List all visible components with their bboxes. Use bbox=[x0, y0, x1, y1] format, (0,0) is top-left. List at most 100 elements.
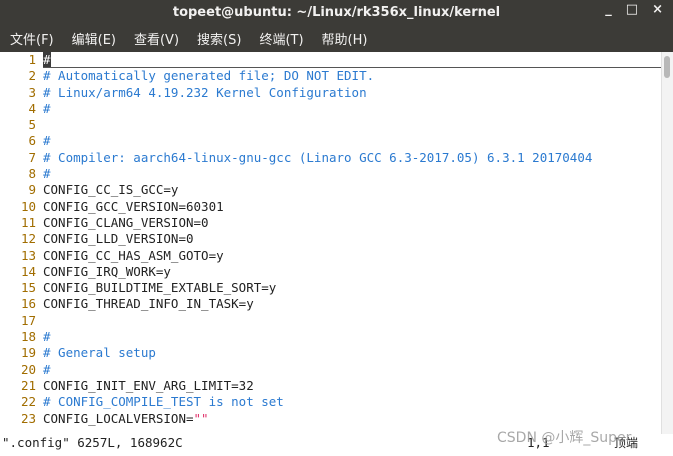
editor-line: 5 bbox=[0, 117, 661, 133]
line-number: 10 bbox=[20, 198, 36, 214]
editor-line: 6 # bbox=[0, 133, 661, 149]
editor-line: 9 CONFIG_CC_IS_GCC=y bbox=[0, 182, 661, 198]
comment-text: # Compiler: aarch64-linux-gnu-gcc (Linar… bbox=[43, 149, 593, 165]
line-number: 15 bbox=[20, 280, 36, 296]
line-content: CONFIG_LLD_VERSION=0 bbox=[43, 231, 194, 247]
editor-line: 3 # Linux/arm64 4.19.232 Kernel Configura… bbox=[0, 85, 661, 101]
line-number: 21 bbox=[20, 377, 36, 393]
window-controls: _ □ × bbox=[605, 2, 663, 17]
line-content: # bbox=[43, 52, 661, 69]
close-button[interactable]: × bbox=[652, 2, 663, 17]
menu-bar: 文件(F) 编辑(E) 查看(V) 搜索(S) 终端(T) 帮助(H) bbox=[0, 25, 673, 52]
editor-line: 2 # Automatically generated file; DO NOT … bbox=[0, 68, 661, 84]
editor-line: 13 CONFIG_CC_HAS_ASM_GOTO=y bbox=[0, 248, 661, 264]
line-number: 5 bbox=[28, 117, 36, 133]
window-title: topeet@ubuntu: ~/Linux/rk356x_linux/kern… bbox=[172, 5, 501, 20]
editor-line: 20 # bbox=[0, 362, 661, 378]
comment-text: # Automatically generated file; DO NOT E… bbox=[43, 68, 375, 84]
comment-text: # Linux/arm64 4.19.232 Kernel Configurat… bbox=[43, 84, 367, 100]
line-number: 20 bbox=[20, 361, 36, 377]
editor-line: 1 # bbox=[0, 52, 661, 69]
line-number: 9 bbox=[28, 182, 36, 198]
menu-edit[interactable]: 编辑(E) bbox=[64, 29, 124, 48]
editor-line: 14 CONFIG_IRQ_WORK=y bbox=[0, 264, 661, 280]
maximize-button[interactable]: □ bbox=[626, 2, 638, 17]
line-content: # bbox=[43, 133, 51, 149]
line-content: CONFIG_BUILDTIME_EXTABLE_SORT=y bbox=[43, 280, 276, 296]
config-text: CONFIG_INIT_ENV_ARG_LIMIT=32 bbox=[43, 377, 254, 393]
line-content: # bbox=[43, 166, 51, 182]
line-content: # bbox=[43, 101, 51, 117]
editor-line: 8 # bbox=[0, 166, 661, 182]
editor-line: 11 CONFIG_CLANG_VERSION=0 bbox=[0, 215, 661, 231]
config-text: CONFIG_LLD_VERSION=0 bbox=[43, 231, 194, 247]
comment-text: # CONFIG_COMPILE_TEST is not set bbox=[43, 394, 284, 410]
menu-terminal[interactable]: 终端(T) bbox=[251, 29, 311, 48]
editor-line: 16 CONFIG_THREAD_INFO_IN_TASK=y bbox=[0, 296, 661, 312]
line-number: 4 bbox=[28, 100, 36, 116]
line-content: CONFIG_GCC_VERSION=60301 bbox=[43, 199, 224, 215]
line-content: # bbox=[43, 329, 51, 345]
menu-file[interactable]: 文件(F) bbox=[2, 29, 62, 48]
line-content: # Automatically generated file; DO NOT E… bbox=[43, 68, 374, 84]
line-content: CONFIG_CLANG_VERSION=0 bbox=[43, 215, 209, 231]
menu-help[interactable]: 帮助(H) bbox=[314, 29, 376, 48]
scrollbar-thumb[interactable] bbox=[664, 56, 670, 78]
line-content: # Compiler: aarch64-linux-gnu-gcc (Linar… bbox=[43, 150, 592, 166]
line-number: 18 bbox=[20, 329, 36, 345]
menu-view[interactable]: 查看(V) bbox=[126, 29, 187, 48]
string-literal: "" bbox=[193, 410, 209, 426]
config-text: CONFIG_BUILDTIME_EXTABLE_SORT=y bbox=[43, 280, 277, 296]
editor-line: 23 CONFIG_LOCALVERSION="" bbox=[0, 411, 661, 427]
editor-line: 18 # bbox=[0, 329, 661, 345]
line-content: CONFIG_LOCALVERSION="" bbox=[43, 411, 209, 427]
line-number: 23 bbox=[20, 410, 36, 426]
line-content: CONFIG_THREAD_INFO_IN_TASK=y bbox=[43, 296, 254, 312]
config-text: CONFIG_CC_IS_GCC=y bbox=[43, 182, 179, 198]
line-number: 17 bbox=[20, 312, 36, 328]
comment-text: # bbox=[43, 329, 51, 345]
line-content: # Linux/arm64 4.19.232 Kernel Configurat… bbox=[43, 85, 367, 101]
editor-line: 12 CONFIG_LLD_VERSION=0 bbox=[0, 231, 661, 247]
config-text: CONFIG_IRQ_WORK=y bbox=[43, 263, 171, 279]
editor-line: 17 bbox=[0, 313, 661, 329]
line-number: 13 bbox=[20, 247, 36, 263]
comment-text: # General setup bbox=[43, 345, 156, 361]
terminal-editor-area[interactable]: 1 #2 # Automatically generated file; DO NO… bbox=[0, 52, 661, 434]
vertical-scrollbar[interactable] bbox=[661, 52, 673, 434]
config-text: CONFIG_GCC_VERSION=60301 bbox=[43, 198, 224, 214]
editor-line: 22 # CONFIG_COMPILE_TEST is not set bbox=[0, 394, 661, 410]
line-content: # General setup bbox=[43, 345, 156, 361]
comment-text: # bbox=[43, 361, 51, 377]
menu-search[interactable]: 搜索(S) bbox=[189, 29, 249, 48]
editor-line: 15 CONFIG_BUILDTIME_EXTABLE_SORT=y bbox=[0, 280, 661, 296]
line-content: CONFIG_CC_HAS_ASM_GOTO=y bbox=[43, 248, 224, 264]
editor-line: 10 CONFIG_GCC_VERSION=60301 bbox=[0, 199, 661, 215]
editor-line: 7 # Compiler: aarch64-linux-gnu-gcc (Lina… bbox=[0, 150, 661, 166]
line-number: 14 bbox=[20, 263, 36, 279]
watermark: CSDN @小辉_Super bbox=[497, 430, 632, 446]
comment-text: # bbox=[43, 133, 51, 149]
line-number: 1 bbox=[28, 52, 36, 67]
line-number: 12 bbox=[20, 231, 36, 247]
editor-line: 4 # bbox=[0, 101, 661, 117]
line-number: 3 bbox=[28, 84, 36, 100]
file-info: ".config" 6257L, 168962C bbox=[2, 435, 183, 450]
window-titlebar: topeet@ubuntu: ~/Linux/rk356x_linux/kern… bbox=[0, 0, 673, 25]
line-number: 8 bbox=[28, 166, 36, 182]
line-number: 16 bbox=[20, 296, 36, 312]
text-cursor: # bbox=[43, 52, 51, 67]
comment-text: # bbox=[43, 100, 51, 116]
minimize-button[interactable]: _ bbox=[605, 2, 612, 17]
line-content: CONFIG_INIT_ENV_ARG_LIMIT=32 bbox=[43, 378, 254, 394]
config-text: CONFIG_THREAD_INFO_IN_TASK=y bbox=[43, 296, 254, 312]
config-text: CONFIG_CC_HAS_ASM_GOTO=y bbox=[43, 247, 224, 263]
line-number: 6 bbox=[28, 133, 36, 149]
editor-line: 21 CONFIG_INIT_ENV_ARG_LIMIT=32 bbox=[0, 378, 661, 394]
config-text: CONFIG_LOCALVERSION= bbox=[43, 410, 194, 426]
line-number: 7 bbox=[28, 149, 36, 165]
comment-text: # bbox=[43, 166, 51, 182]
line-number: 19 bbox=[20, 345, 36, 361]
line-content: CONFIG_IRQ_WORK=y bbox=[43, 264, 171, 280]
config-text: CONFIG_CLANG_VERSION=0 bbox=[43, 214, 209, 230]
